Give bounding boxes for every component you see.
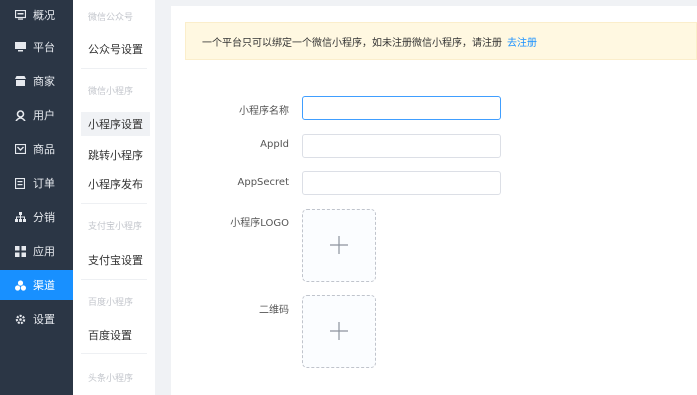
distribution-icon [14, 211, 26, 223]
settings-icon [14, 313, 26, 325]
sidebar-item-platform[interactable]: 平台 [0, 32, 73, 62]
sidebar-item-label: 渠道 [33, 279, 55, 292]
sidebar-item-label: 设置 [33, 313, 55, 326]
logo-label: 小程序LOGO [230, 218, 289, 229]
divider [81, 279, 147, 280]
dashboard-icon [14, 9, 26, 21]
sidebar-item-label: 商品 [33, 143, 55, 156]
mini-program-settings-panel: 一个平台只可以绑定一个微信小程序，如未注册微信小程序，请注册 去注册 小程序名称… [171, 6, 697, 395]
sidebar-item-label: 应用 [33, 245, 55, 258]
sidebar-item-label: 平台 [33, 41, 55, 54]
channel-icon [14, 279, 26, 291]
qrcode-label: 二维码 [259, 305, 289, 316]
group-alipay-mini: 支付宝小程序 [88, 222, 143, 232]
appid-input[interactable] [302, 134, 501, 158]
sidebar-item-label: 概况 [33, 9, 55, 22]
group-wechat-mini: 微信小程序 [88, 87, 134, 97]
monitor-icon [14, 41, 26, 53]
divider [81, 68, 147, 69]
user-icon [14, 109, 26, 121]
mini-name-label: 小程序名称 [239, 106, 289, 117]
mini-name-input[interactable] [302, 96, 501, 120]
sidebar-item-channel[interactable]: 渠道 [0, 270, 73, 300]
sidebar-item-order[interactable]: 订单 [0, 168, 73, 198]
sidebar-item-merchant[interactable]: 商家 [0, 66, 73, 96]
order-icon [14, 177, 26, 189]
apps-icon [14, 245, 26, 257]
group-wechat-official: 微信公众号 [88, 13, 134, 23]
sidebar-item-overview[interactable]: 概况 [0, 0, 73, 30]
group-baidu-mini: 百度小程序 [88, 298, 134, 308]
sidebar-item-user[interactable]: 用户 [0, 100, 73, 130]
plus-icon [330, 236, 348, 254]
main-sidebar: 概况 平台 商家 用户 商品 订单 分销 应用 渠道 设置 [0, 0, 73, 395]
appsecret-input[interactable] [302, 171, 501, 195]
register-link[interactable]: 去注册 [507, 34, 537, 49]
notice-banner: 一个平台只可以绑定一个微信小程序，如未注册微信小程序，请注册 去注册 [185, 22, 697, 60]
notice-text: 一个平台只可以绑定一个微信小程序，如未注册微信小程序，请注册 [202, 37, 502, 49]
shop-icon [14, 75, 26, 87]
sidebar-item-label: 分销 [33, 211, 55, 224]
plus-icon [330, 322, 348, 340]
sidebar-item-label: 订单 [33, 177, 55, 190]
qrcode-upload[interactable] [302, 295, 376, 368]
sidebar-item-apps[interactable]: 应用 [0, 236, 73, 266]
group-toutiao-mini: 头条小程序 [88, 374, 134, 384]
goods-icon [14, 143, 26, 155]
sidebar-item-goods[interactable]: 商品 [0, 134, 73, 164]
sidebar-item-label: 用户 [33, 109, 55, 122]
sidebar-item-label: 商家 [33, 75, 55, 88]
divider [81, 203, 147, 204]
channel-subnav: 微信公众号 公众号设置 微信小程序 小程序设置 跳转小程序 小程序发布 支付宝小… [73, 0, 155, 395]
sidebar-item-settings[interactable]: 设置 [0, 304, 73, 334]
appsecret-label: AppSecret [237, 177, 290, 188]
sidebar-item-distribution[interactable]: 分销 [0, 202, 73, 232]
appid-label: AppId [260, 139, 289, 150]
content-gutter [155, 0, 171, 395]
divider [81, 353, 147, 354]
logo-upload[interactable] [302, 209, 376, 282]
